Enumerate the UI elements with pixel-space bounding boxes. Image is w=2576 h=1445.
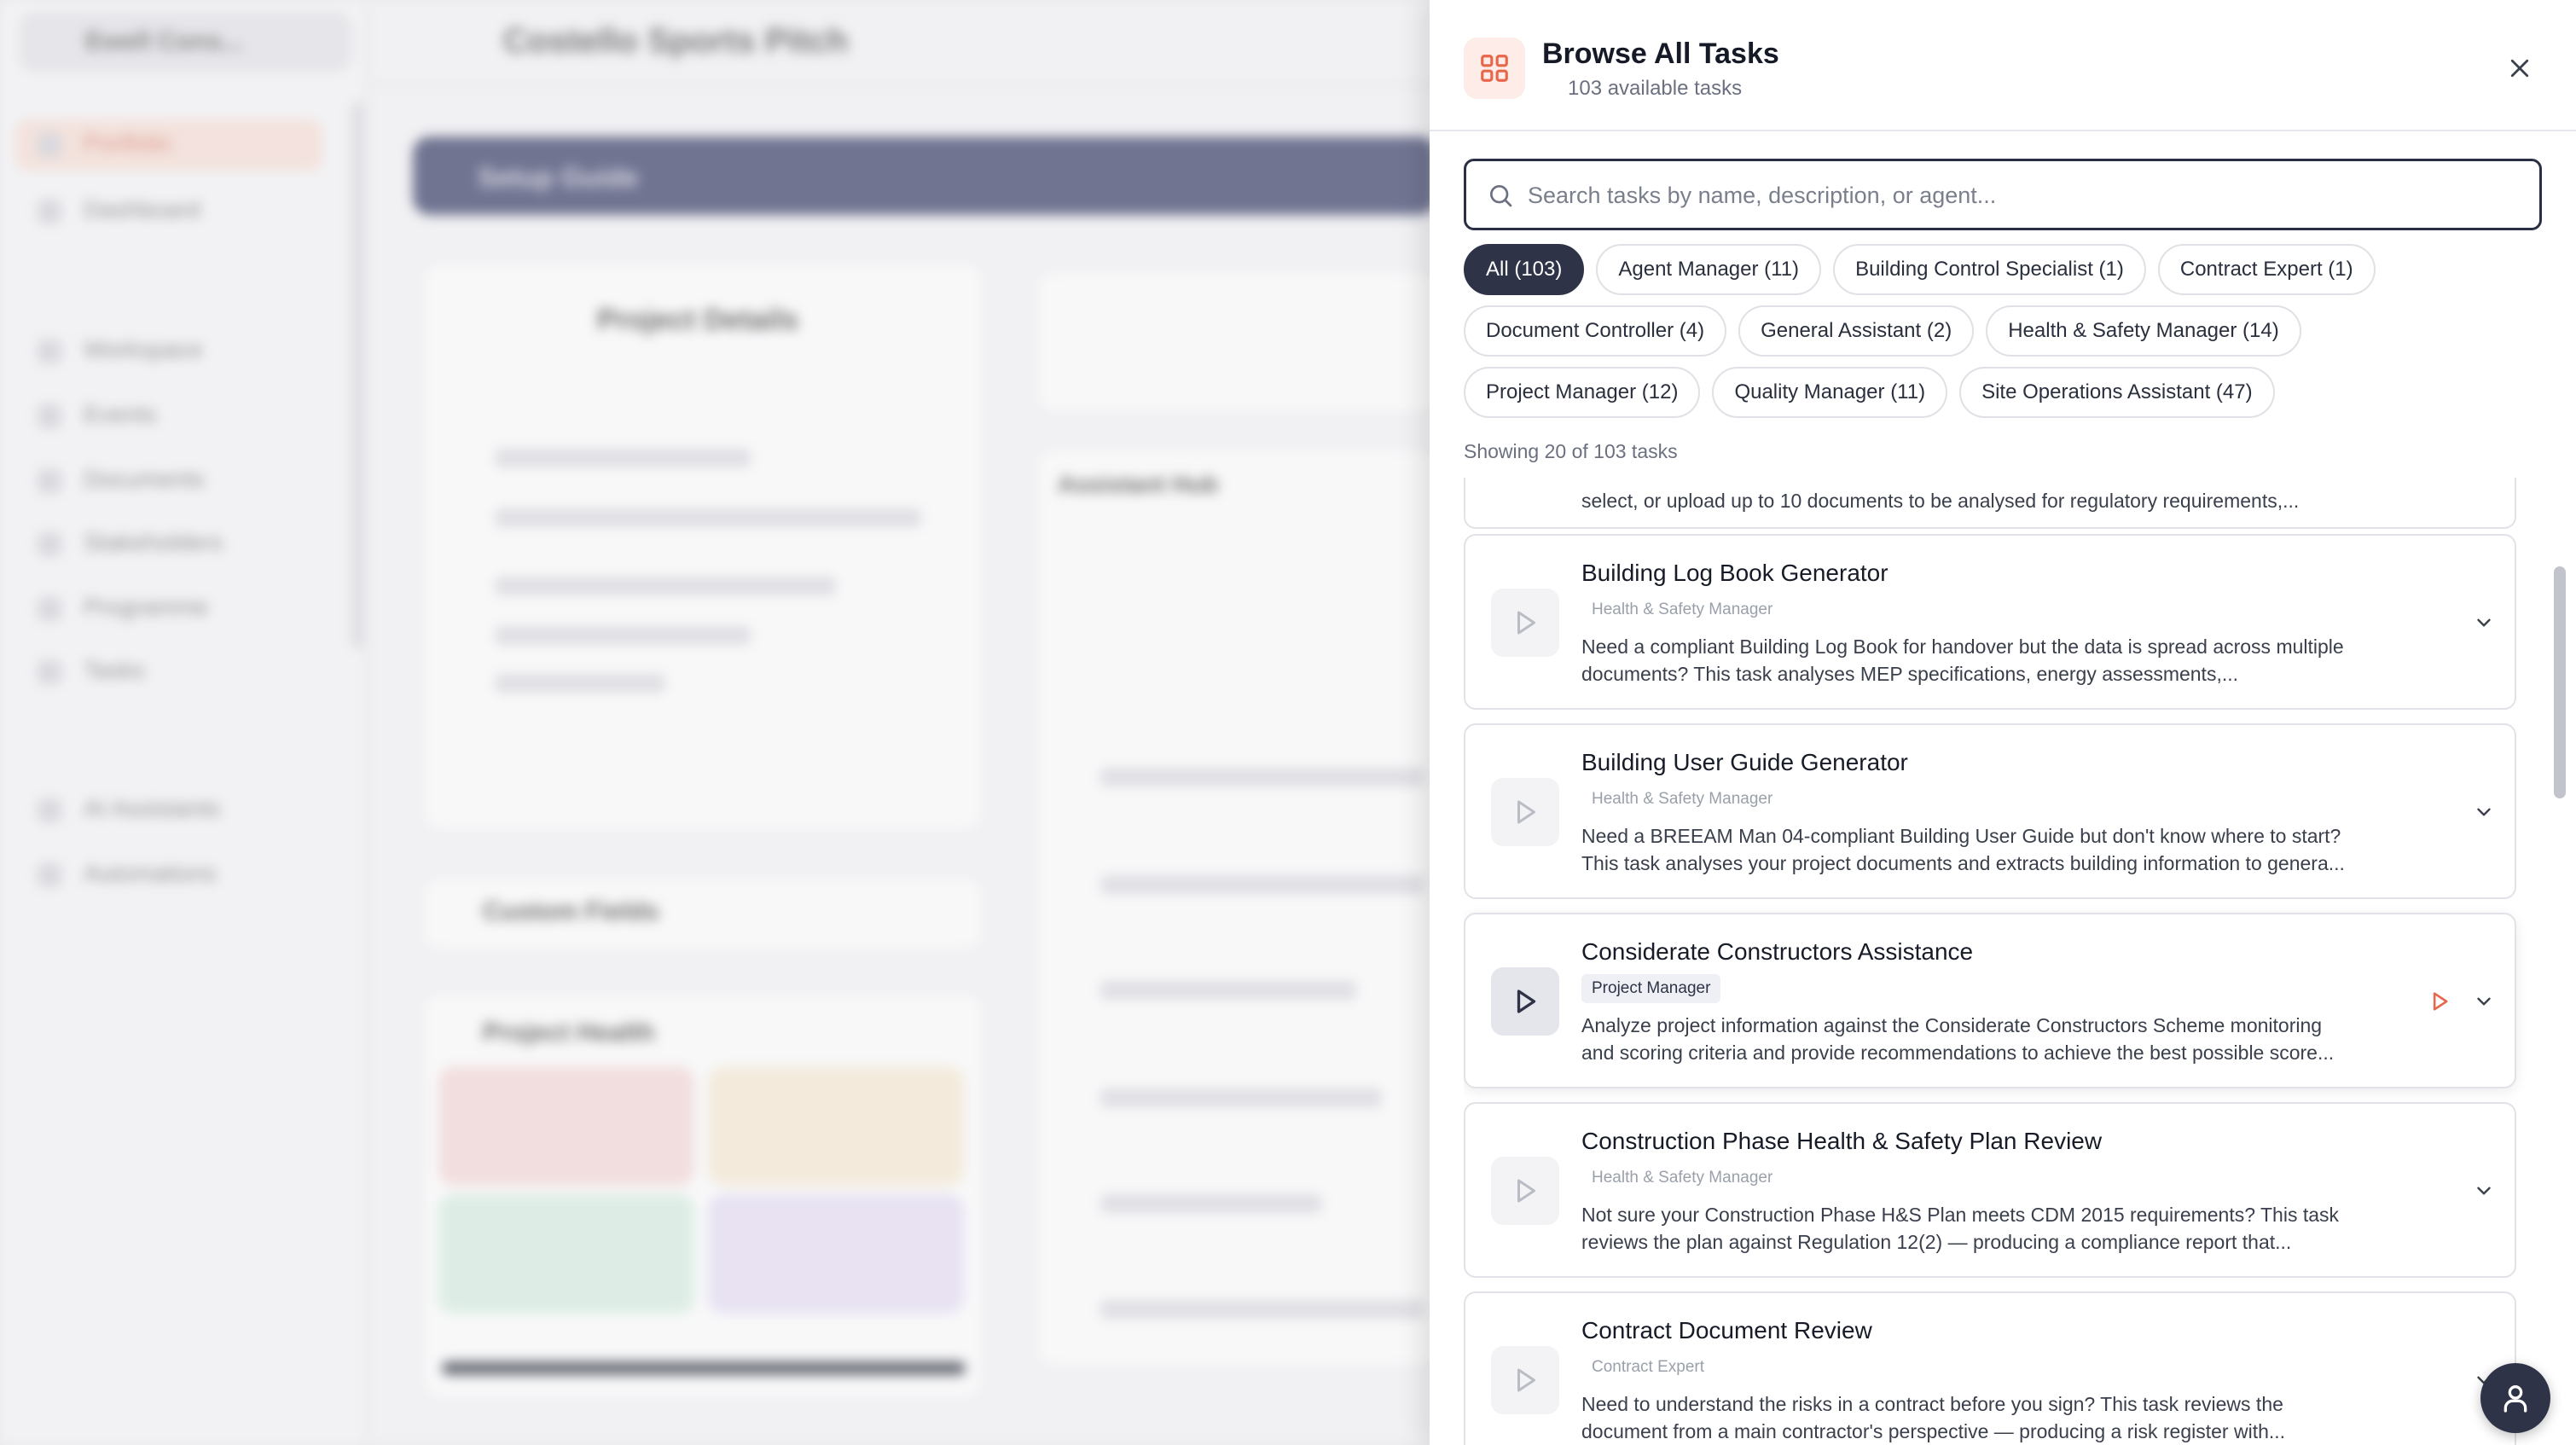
- person-icon: [2503, 1385, 2527, 1413]
- chevron-down-icon[interactable]: [2469, 986, 2499, 1017]
- task-title: Considerate Constructors Assistance: [1581, 938, 1974, 965]
- filter-chip-quality-manager[interactable]: Quality Manager (11): [1712, 367, 1948, 418]
- play-icon[interactable]: [1491, 1157, 1559, 1225]
- filter-chip-building-control-specialist[interactable]: Building Control Specialist (1): [1833, 244, 2146, 295]
- filter-chip-contract-expert[interactable]: Contract Expert (1): [2157, 244, 2376, 295]
- task-description-line: Analyze project information against the …: [1581, 1014, 2323, 1036]
- task-title: Building User Guide Generator: [1581, 749, 1908, 775]
- task-title: Construction Phase Health & Safety Plan …: [1581, 1128, 2103, 1154]
- play-icon[interactable]: [1491, 589, 1559, 657]
- filter-chip-agent-manager[interactable]: Agent Manager (11): [1596, 244, 1822, 295]
- task-card[interactable]: Construction Phase Health & Safety Plan …: [1464, 1102, 2516, 1278]
- task-card[interactable]: Contract Document Review Contract Expert…: [1464, 1291, 2516, 1445]
- task-description-line: Need a BREEAM Man 04-compliant Building …: [1581, 825, 2341, 847]
- task-description-line: document from a main contractor's perspe…: [1581, 1420, 2286, 1442]
- task-description: Not sure your Construction Phase H&S Pla…: [1581, 1201, 2383, 1256]
- filter-chip-health-safety-manager[interactable]: Health & Safety Manager (14): [1986, 305, 2301, 357]
- scrollbar-thumb[interactable]: [2554, 566, 2566, 798]
- close-button[interactable]: [2499, 48, 2540, 89]
- filter-chip-all[interactable]: All (103): [1464, 244, 1585, 295]
- agent-filter-chips: All (103) Agent Manager (11) Building Co…: [1464, 244, 2547, 418]
- task-description: Need a compliant Building Log Book for h…: [1581, 633, 2383, 688]
- filter-chip-document-controller[interactable]: Document Controller (4): [1464, 305, 1727, 357]
- agent-badge: Contract Expert: [1581, 1353, 1714, 1382]
- task-description: select, or upload up to 10 documents to …: [1581, 490, 2300, 512]
- close-icon: [2510, 59, 2529, 78]
- drawer-header: Browse All Tasks 103 available tasks: [1430, 0, 2576, 131]
- task-list-scrollbar[interactable]: [2552, 478, 2567, 1445]
- play-icon[interactable]: [1491, 967, 1559, 1036]
- play-icon[interactable]: [1491, 1346, 1559, 1414]
- drawer-subtitle: 103 available tasks: [1568, 77, 1743, 100]
- task-card[interactable]: select, or upload up to 10 documents to …: [1464, 478, 2516, 529]
- task-card[interactable]: Building Log Book Generator Health & Saf…: [1464, 534, 2516, 710]
- results-count: Showing 20 of 103 tasks: [1464, 440, 1678, 462]
- search-input[interactable]: [1528, 170, 2517, 221]
- drawer-title: Browse All Tasks: [1542, 38, 1779, 70]
- task-card[interactable]: Building User Guide Generator Health & S…: [1464, 723, 2516, 899]
- run-task-icon[interactable]: [2424, 986, 2455, 1017]
- agent-badge: Project Manager: [1581, 974, 1721, 1003]
- task-card[interactable]: Considerate Constructors Assistance Proj…: [1464, 913, 2516, 1088]
- chevron-down-icon[interactable]: [2469, 797, 2499, 827]
- task-description: Analyze project information against the …: [1581, 1012, 2383, 1066]
- task-description-line: Need a compliant Building Log Book for h…: [1581, 635, 2344, 658]
- task-description: Need to understand the risks in a contra…: [1581, 1390, 2383, 1445]
- chevron-down-icon[interactable]: [2469, 1175, 2499, 1206]
- agent-badge: Health & Safety Manager: [1581, 785, 1784, 814]
- search-box: [1464, 159, 2542, 230]
- filter-chip-project-manager[interactable]: Project Manager (12): [1464, 367, 1701, 418]
- filter-chip-general-assistant[interactable]: General Assistant (2): [1738, 305, 1975, 357]
- task-description-line: and scoring criteria and provide recomme…: [1581, 1042, 2335, 1064]
- search-icon: [1487, 182, 1514, 213]
- browse-tasks-drawer: Browse All Tasks 103 available tasks All…: [1430, 0, 2576, 1445]
- agent-badge: Health & Safety Manager: [1581, 1164, 1784, 1193]
- agent-badge: Health & Safety Manager: [1581, 595, 1784, 624]
- assistant-button[interactable]: [2480, 1363, 2550, 1433]
- task-description-line: documents? This task analyses MEP specif…: [1581, 663, 2239, 685]
- task-description-line: Need to understand the risks in a contra…: [1581, 1393, 2283, 1415]
- task-list[interactable]: select, or upload up to 10 documents to …: [1464, 478, 2535, 1445]
- chevron-down-icon[interactable]: [2469, 607, 2499, 638]
- grid-icon: [1464, 38, 1525, 99]
- play-icon[interactable]: [1491, 778, 1559, 846]
- filter-chip-site-operations-assistant[interactable]: Site Operations Assistant (47): [1959, 367, 2275, 418]
- task-title: Building Log Book Generator: [1581, 560, 1888, 586]
- task-description: Need a BREEAM Man 04-compliant Building …: [1581, 822, 2383, 877]
- task-description-line: reviews the plan against Regulation 12(2…: [1581, 1231, 2292, 1253]
- task-title: Contract Document Review: [1581, 1317, 1872, 1343]
- task-description-line: Not sure your Construction Phase H&S Pla…: [1581, 1204, 2340, 1226]
- task-description-line: This task analyses your project document…: [1581, 852, 2345, 874]
